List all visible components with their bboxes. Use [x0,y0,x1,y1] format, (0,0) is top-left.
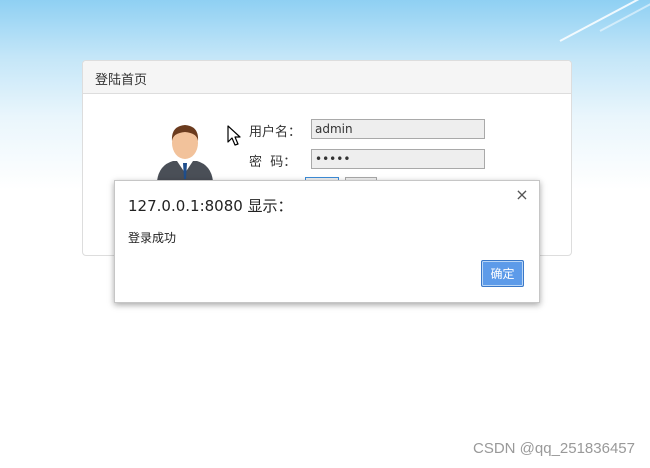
password-input[interactable] [311,149,485,169]
ok-button[interactable]: 确定 [481,260,524,287]
watermark: CSDN @qq_251836457 [472,440,635,457]
close-icon[interactable]: × [514,187,530,203]
alert-dialog: 127.0.0.1:8080 显示： × 登录成功 确定 [114,180,540,303]
dialog-title: 127.0.0.1:8080 显示： [128,197,293,215]
dialog-message: 登录成功 [128,231,177,245]
panel-title: 登陆首页 [83,61,571,94]
user-avatar-icon [157,125,213,181]
mouse-cursor-icon [227,125,241,146]
username-label: 用户名： [249,125,302,140]
page: 登陆首页 用户名： 密 码： 127.0.0.1:8080 显示： × 登录成功… [0,0,650,468]
password-label: 密 码： [249,155,297,170]
username-input[interactable] [311,119,485,139]
